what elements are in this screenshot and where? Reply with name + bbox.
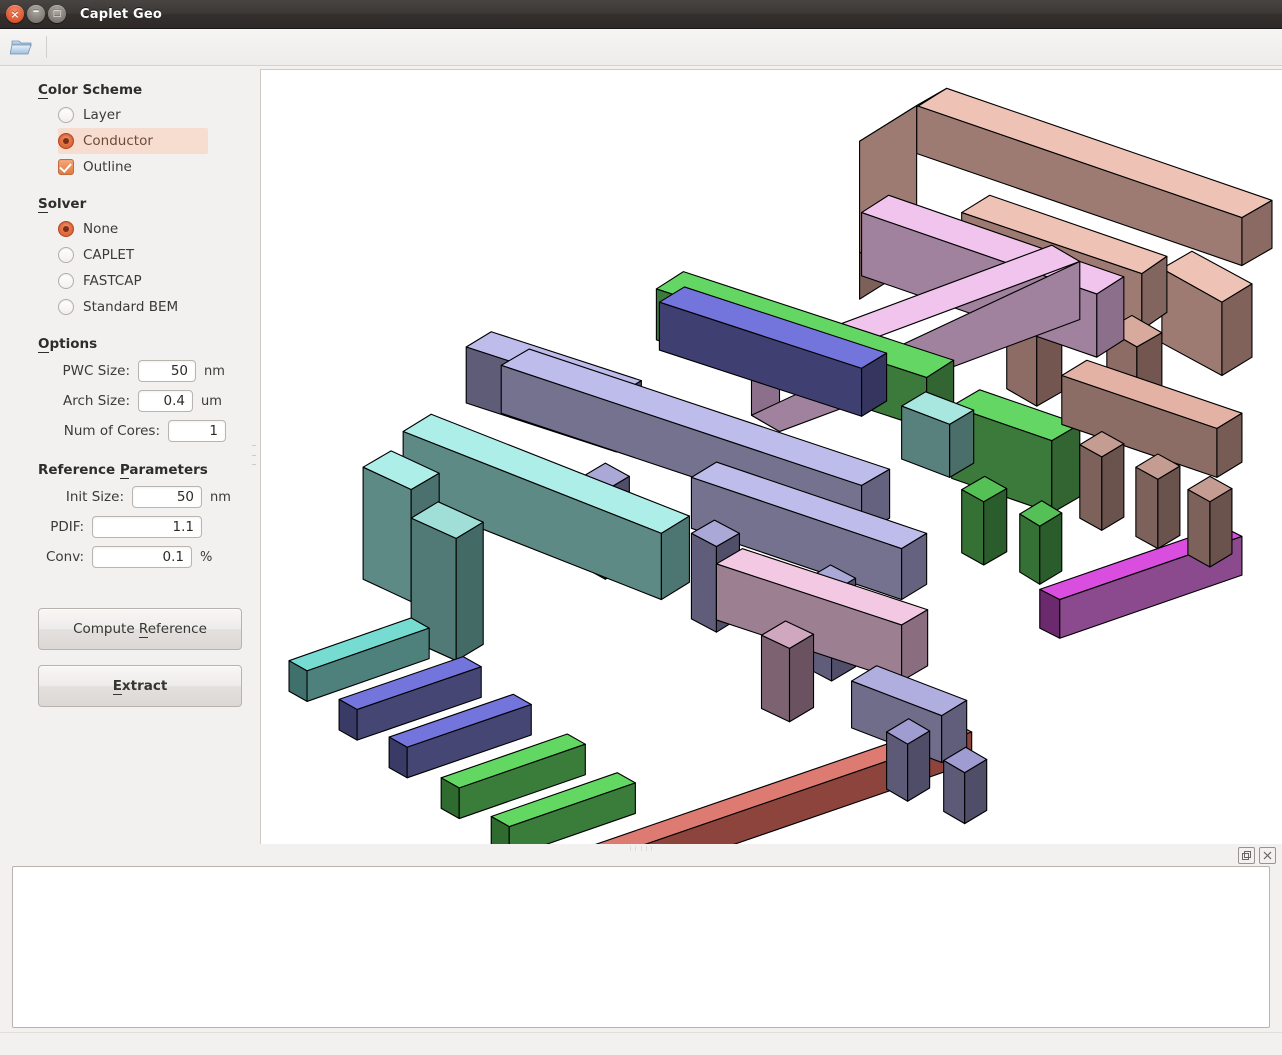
radio-color-scheme-layer[interactable]: Layer xyxy=(58,102,208,128)
close-icon: × xyxy=(10,7,20,21)
radio-label: Conductor xyxy=(83,133,153,149)
close-window-button[interactable]: × xyxy=(6,5,24,23)
radio-solver-standard-bem[interactable]: Standard BEM xyxy=(58,294,208,320)
options-mnemonic: O xyxy=(38,336,50,353)
3d-geometry-viewport[interactable]: .e { stroke:#000; stroke-width:1.1; stro… xyxy=(260,69,1282,844)
reference-parameters-mnemonic: P xyxy=(119,462,130,479)
open-file-button[interactable] xyxy=(6,32,38,62)
options-group-title: Options xyxy=(38,336,248,353)
minimize-window-button[interactable]: – xyxy=(27,5,45,23)
radio-label: FASTCAP xyxy=(83,273,142,289)
extract-button[interactable]: Extract xyxy=(38,665,242,707)
pwc-size-label: PWC Size: xyxy=(62,363,130,379)
checkbox-outline[interactable]: Outline xyxy=(58,154,208,180)
field-row-init-size: Init Size: nm xyxy=(38,482,248,512)
toolbar-separator xyxy=(46,36,47,58)
radio-label: CAPLET xyxy=(83,247,135,263)
pwc-size-unit: nm xyxy=(204,363,225,379)
sidebar-viewport-splitter[interactable] xyxy=(248,66,260,844)
maximize-window-button[interactable]: □ xyxy=(48,5,66,23)
color-scheme-group-title: Color Scheme xyxy=(38,82,248,99)
conv-label: Conv: xyxy=(45,549,84,565)
color-scheme-mnemonic: C xyxy=(38,82,48,99)
title-bar: × – □ Caplet Geo xyxy=(0,0,1282,29)
field-row-conv: Conv: % xyxy=(38,542,248,572)
field-row-pwc-size: PWC Size: nm xyxy=(38,356,248,386)
compute-reference-mnemonic: R xyxy=(138,621,148,638)
console-dock xyxy=(0,866,1282,1032)
close-dock-button[interactable] xyxy=(1259,846,1276,864)
radio-icon-selected xyxy=(58,133,74,149)
arch-size-label: Arch Size: xyxy=(62,393,130,409)
window-title: Caplet Geo xyxy=(80,6,163,22)
horizontal-splitter-grip-icon xyxy=(630,846,652,851)
status-bar xyxy=(0,1032,1282,1055)
compute-reference-post: eference xyxy=(147,621,207,637)
radio-color-scheme-conductor[interactable]: Conductor xyxy=(58,128,208,154)
console-output[interactable] xyxy=(12,866,1270,1028)
radio-label: Layer xyxy=(83,107,121,123)
options-title-rest: ptions xyxy=(49,336,98,352)
interconnect-3d-render: .e { stroke:#000; stroke-width:1.1; stro… xyxy=(288,87,1273,844)
conductor-brown-lower xyxy=(1061,359,1243,568)
solver-title-rest: olver xyxy=(47,196,87,212)
extract-mnemonic: E xyxy=(112,678,122,695)
num-of-cores-input[interactable] xyxy=(168,420,226,442)
init-size-unit: nm xyxy=(210,489,231,505)
radio-label: Standard BEM xyxy=(83,299,179,315)
pdif-input[interactable] xyxy=(92,516,202,538)
radio-icon xyxy=(58,299,74,315)
color-scheme-title-rest: olor Scheme xyxy=(47,82,143,98)
minimize-icon: – xyxy=(32,4,40,19)
arch-size-unit: um xyxy=(201,393,222,409)
pwc-size-input[interactable] xyxy=(138,360,196,382)
pdif-label: PDIF: xyxy=(50,519,84,535)
main-area: Color Scheme Layer Conductor Outline Sol… xyxy=(0,66,1282,1032)
solver-group-title: Solver xyxy=(38,196,248,213)
radio-solver-fastcap[interactable]: FASTCAP xyxy=(58,268,208,294)
arch-size-input[interactable] xyxy=(138,390,193,412)
reference-parameters-title-b: arameters xyxy=(129,462,208,478)
maximize-icon: □ xyxy=(52,8,62,19)
toolbar xyxy=(0,29,1282,66)
radio-solver-caplet[interactable]: CAPLET xyxy=(58,242,208,268)
close-icon xyxy=(1263,851,1272,859)
radio-label: None xyxy=(83,221,119,237)
radio-icon xyxy=(58,107,74,123)
window-buttons: × – □ xyxy=(0,5,66,23)
num-of-cores-label: Num of Cores: xyxy=(63,423,160,439)
init-size-label: Init Size: xyxy=(65,489,124,505)
radio-icon xyxy=(58,273,74,289)
solver-mnemonic: S xyxy=(38,196,48,213)
control-sidebar: Color Scheme Layer Conductor Outline Sol… xyxy=(0,66,248,844)
float-dock-button[interactable] xyxy=(1238,846,1255,864)
extract-post: xtract xyxy=(121,678,168,694)
checkmark-icon xyxy=(58,159,74,175)
conv-input[interactable] xyxy=(92,546,192,568)
field-row-num-cores: Num of Cores: xyxy=(38,416,248,446)
checkbox-label: Outline xyxy=(83,159,132,175)
radio-icon xyxy=(58,247,74,263)
radio-icon-selected xyxy=(58,221,74,237)
conv-unit: % xyxy=(200,549,213,565)
action-buttons: Compute Reference Extract xyxy=(38,608,248,707)
init-size-input[interactable] xyxy=(132,486,202,508)
compute-reference-pre: Compute xyxy=(73,621,139,637)
field-row-arch-size: Arch Size: um xyxy=(38,386,248,416)
splitter-grip-icon xyxy=(252,445,256,465)
reference-parameters-title-a: Reference xyxy=(38,462,120,478)
open-folder-icon xyxy=(10,40,32,55)
console-dock-header[interactable] xyxy=(0,844,1282,866)
field-row-pdif: PDIF: xyxy=(38,512,248,542)
application-window: × – □ Caplet Geo Color Scheme Layer Cond… xyxy=(0,0,1282,1055)
compute-reference-button[interactable]: Compute Reference xyxy=(38,608,242,650)
radio-solver-none[interactable]: None xyxy=(58,216,208,242)
upper-pane: Color Scheme Layer Conductor Outline Sol… xyxy=(0,66,1282,844)
float-window-icon xyxy=(1242,850,1251,860)
reference-parameters-group-title: Reference Parameters xyxy=(38,462,248,479)
